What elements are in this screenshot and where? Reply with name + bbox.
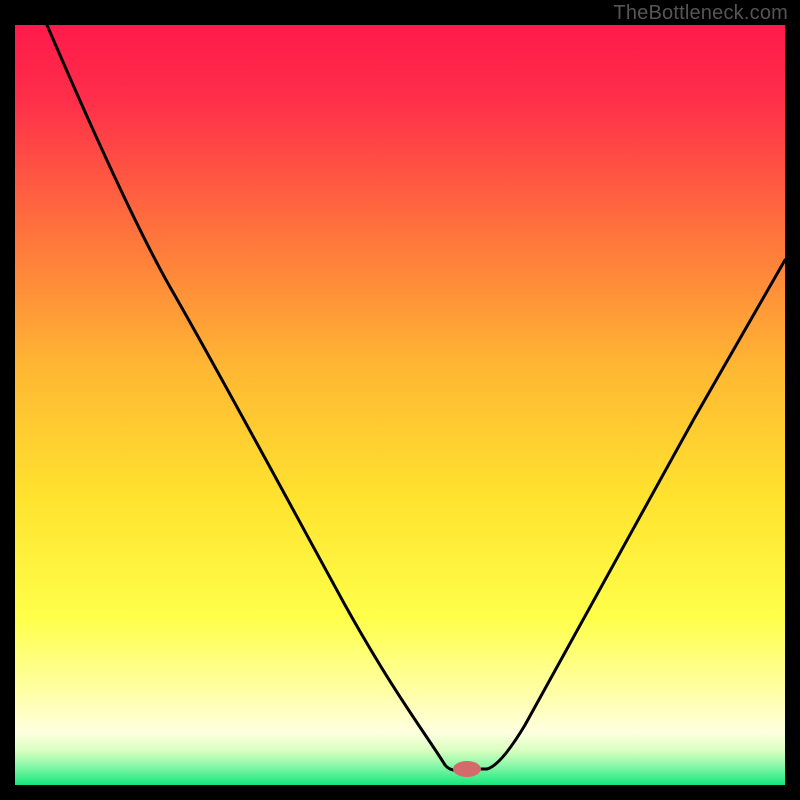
chart-svg (15, 25, 785, 785)
plot-area (15, 25, 785, 785)
optimum-marker (453, 761, 481, 777)
chart-frame: TheBottleneck.com (0, 0, 800, 800)
gradient-background (15, 25, 785, 785)
watermark-text: TheBottleneck.com (613, 2, 788, 25)
